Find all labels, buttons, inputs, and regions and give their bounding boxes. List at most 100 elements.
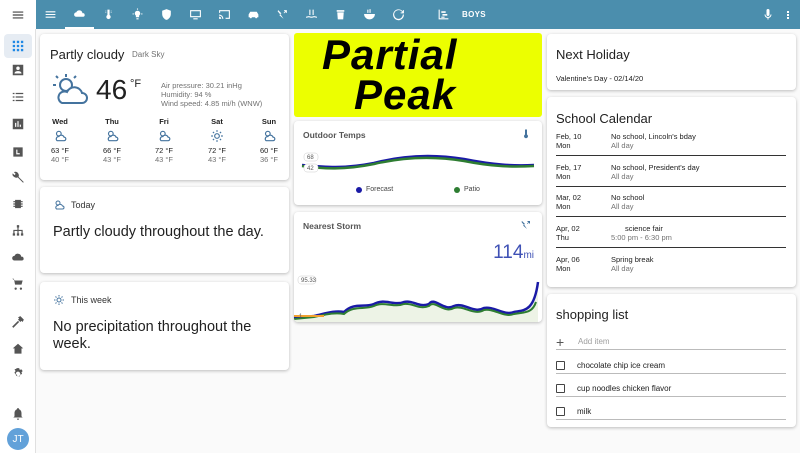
school-calendar-card[interactable]: School Calendar Feb, 10 Mon No school, Li… bbox=[547, 97, 796, 287]
event-time: All day bbox=[611, 202, 634, 211]
forecast-high: 60 °F bbox=[259, 146, 278, 155]
storm-distance-unit: mi bbox=[523, 250, 534, 261]
event-time: All day bbox=[611, 172, 634, 181]
item-label[interactable]: milk bbox=[577, 407, 591, 416]
legend-label: Forecast bbox=[366, 186, 394, 193]
sidebar-item-cloud[interactable] bbox=[4, 245, 32, 269]
forecast-high: 72 °F bbox=[154, 146, 173, 155]
event-weekday: Mon bbox=[556, 264, 571, 273]
weather-temperature: 46 bbox=[96, 74, 128, 105]
tab-system[interactable] bbox=[384, 0, 413, 29]
gear-icon bbox=[14, 368, 23, 377]
this-week-heading-label: This week bbox=[71, 295, 112, 305]
tab-car[interactable] bbox=[239, 0, 268, 29]
event-title: No school, Lincoln's bday bbox=[611, 132, 696, 141]
calendar-title: School Calendar bbox=[556, 111, 653, 126]
tab-boys-icon[interactable] bbox=[429, 0, 458, 29]
cart-icon bbox=[12, 278, 23, 290]
outdoor-temps-title: Outdoor Temps bbox=[303, 130, 366, 140]
tab-food[interactable] bbox=[355, 0, 384, 29]
bell-icon bbox=[13, 408, 23, 420]
sidebar-item-history[interactable] bbox=[4, 112, 32, 136]
plus-icon[interactable]: + bbox=[556, 334, 578, 350]
add-item-placeholder[interactable]: Add item bbox=[578, 337, 610, 346]
forecast-day-name: Sun bbox=[261, 117, 277, 126]
list-icon bbox=[12, 92, 24, 102]
weather-source: Dark Sky bbox=[132, 50, 165, 59]
sidebar-item-developer-tools[interactable] bbox=[4, 310, 32, 334]
sidebar-item-map[interactable] bbox=[4, 58, 32, 82]
more-vertical-icon[interactable] bbox=[782, 9, 794, 21]
item-label[interactable]: chocolate chip ice cream bbox=[577, 361, 665, 370]
weather-lightning-icon bbox=[277, 10, 287, 19]
legend-patio[interactable]: Patio bbox=[454, 186, 480, 193]
weather-card[interactable]: Partly cloudy Dark Sky 46 °F Air pressur… bbox=[40, 34, 289, 180]
partly-cloudy-icon bbox=[159, 130, 171, 142]
chip-icon bbox=[13, 199, 23, 209]
tab-storm[interactable] bbox=[268, 0, 297, 29]
legend-forecast[interactable]: Forecast bbox=[356, 186, 393, 193]
tab-weather[interactable] bbox=[65, 0, 94, 29]
pool-icon bbox=[306, 9, 317, 18]
event-date: Feb, 10 bbox=[556, 132, 582, 141]
tab-trash[interactable] bbox=[326, 0, 355, 29]
hamburger-icon bbox=[45, 11, 56, 18]
holiday-text: Valentine's Day - 02/14/20 bbox=[556, 74, 644, 83]
sidebar-item-esphome[interactable] bbox=[4, 192, 32, 216]
cloud-icon bbox=[74, 10, 85, 17]
storm-distance: 114mi bbox=[493, 242, 534, 264]
chart-timeline-icon bbox=[438, 9, 449, 20]
tab-boys-label[interactable]: BOYS bbox=[462, 10, 486, 19]
sidebar-item-shopping[interactable] bbox=[4, 272, 32, 296]
legend-dot bbox=[356, 186, 362, 193]
item-label[interactable]: cup noodles chicken flavor bbox=[577, 384, 671, 393]
outdoor-temps-card[interactable]: Outdoor Temps 68 42 Forecast Patio bbox=[294, 121, 542, 205]
shopping-item[interactable]: milk bbox=[556, 404, 786, 420]
forecast-day: Sat 72 °F 43 °F bbox=[197, 117, 237, 164]
event-weekday: Thu bbox=[556, 233, 569, 242]
sidebar-item-network[interactable] bbox=[4, 219, 32, 243]
tab-thermometer[interactable] bbox=[94, 0, 123, 29]
nearest-storm-card[interactable]: Nearest Storm 114mi 95.33 1 bbox=[294, 212, 542, 322]
sidebar-item-settings[interactable] bbox=[4, 362, 32, 386]
account-box-icon bbox=[12, 64, 24, 76]
calendar-divider bbox=[556, 216, 786, 217]
tab-media[interactable] bbox=[181, 0, 210, 29]
menu-button[interactable] bbox=[0, 0, 36, 29]
item-checkbox[interactable] bbox=[556, 361, 565, 370]
tab-lights[interactable] bbox=[123, 0, 152, 29]
sidebar-item-notifications[interactable] bbox=[4, 402, 32, 426]
today-summary: Partly cloudy throughout the day. bbox=[53, 224, 264, 240]
sidebar-item-overview[interactable] bbox=[4, 34, 32, 58]
microphone-icon[interactable] bbox=[762, 8, 774, 21]
forecast-low: 40 °F bbox=[50, 155, 69, 164]
event-date: Apr, 06 bbox=[556, 255, 580, 264]
sidebar-item-config[interactable] bbox=[4, 166, 32, 190]
tab-pool[interactable] bbox=[297, 0, 326, 29]
forecast-day-name: Fri bbox=[159, 117, 169, 126]
this-week-summary: No precipitation throughout the week. bbox=[53, 319, 252, 352]
avatar[interactable]: JT bbox=[7, 428, 29, 450]
cast-icon bbox=[219, 10, 230, 19]
nearest-storm-title: Nearest Storm bbox=[303, 221, 362, 231]
tab-security[interactable] bbox=[152, 0, 181, 29]
sidebar-item-logbook[interactable] bbox=[4, 85, 32, 109]
sidebar-item-calendar[interactable] bbox=[4, 140, 32, 164]
this-week-heading: This week bbox=[53, 294, 112, 306]
sunny-icon bbox=[211, 130, 223, 142]
event-weekday: Mon bbox=[556, 202, 571, 211]
weather-pressure: Air pressure: 30.21 inHg bbox=[161, 81, 242, 90]
event-time: 5:00 pm - 6:30 pm bbox=[611, 233, 672, 242]
legend-label: Patio bbox=[464, 186, 480, 193]
weather-temperature-unit: °F bbox=[130, 78, 142, 90]
header-menu-button[interactable] bbox=[36, 0, 65, 29]
shopping-item[interactable]: cup noodles chicken flavor bbox=[556, 381, 786, 397]
tab-cast[interactable] bbox=[210, 0, 239, 29]
bowl-icon bbox=[364, 9, 375, 20]
item-checkbox[interactable] bbox=[556, 407, 565, 416]
item-checkbox[interactable] bbox=[556, 384, 565, 393]
partly-cloudy-icon bbox=[107, 130, 119, 142]
shopping-item[interactable]: chocolate chip ice cream bbox=[556, 358, 786, 374]
add-item-field[interactable]: + Add item bbox=[556, 334, 786, 350]
sidebar-item-home-assistant[interactable] bbox=[4, 337, 32, 361]
